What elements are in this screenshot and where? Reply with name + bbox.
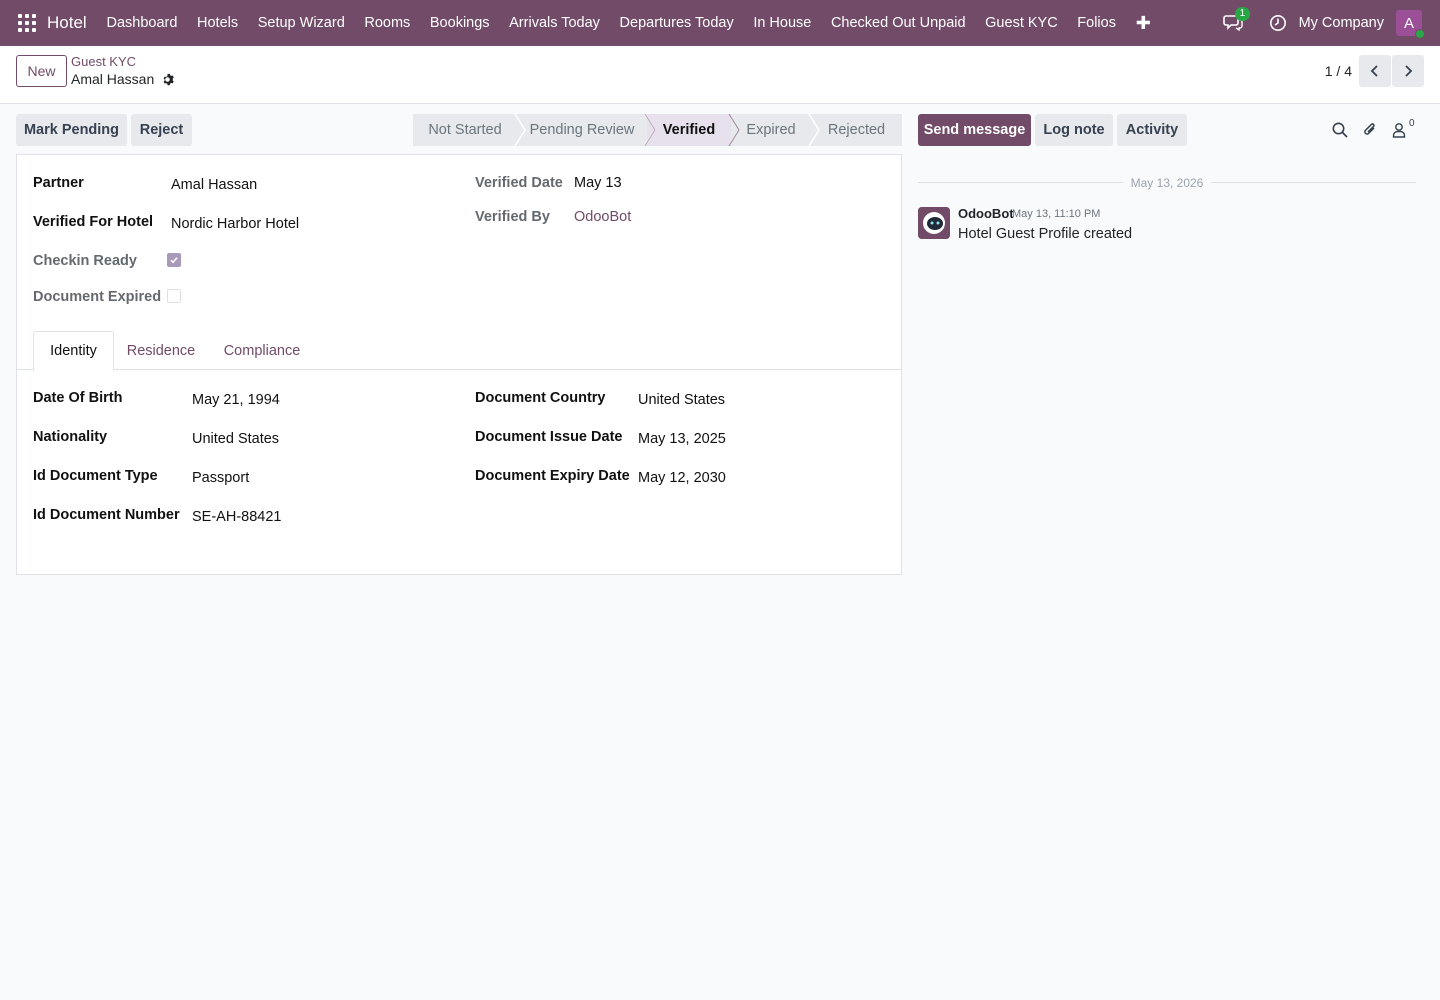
chevron-right-icon <box>1405 65 1413 77</box>
nav-setup-wizard[interactable]: Setup Wizard <box>248 15 355 31</box>
tab-compliance[interactable]: Compliance <box>211 331 313 370</box>
nav-rooms[interactable]: Rooms <box>355 15 421 31</box>
nationality-field[interactable]: United States <box>192 431 279 447</box>
nav-arrivals-today[interactable]: Arrivals Today <box>499 15 609 31</box>
messaging-icon[interactable]: 1 <box>1222 7 1251 34</box>
date-separator: May 13, 2026 <box>918 174 1416 192</box>
breadcrumb: Guest KYC Amal Hassan <box>71 54 175 88</box>
online-status-dot <box>1415 29 1425 39</box>
search-icon[interactable] <box>1331 121 1349 139</box>
checkmark-icon <box>170 257 178 264</box>
doc-country-label: Document Country <box>475 390 606 406</box>
pager-value[interactable]: 1 / 4 <box>1325 63 1352 79</box>
send-message-button[interactable]: Send message <box>918 114 1031 146</box>
nav-in-house[interactable]: In House <box>744 15 822 31</box>
partner-label: Partner <box>33 175 84 191</box>
log-note-button[interactable]: Log note <box>1035 114 1113 146</box>
tab-identity[interactable]: Identity <box>33 331 114 371</box>
verified-hotel-field[interactable]: Nordic Harbor Hotel <box>171 216 299 232</box>
verified-by-link[interactable]: OdooBot <box>574 209 631 225</box>
doc-type-label: Id Document Type <box>33 468 158 484</box>
chevron-left-icon <box>1370 65 1378 77</box>
nationality-label: Nationality <box>33 429 108 445</box>
apps-menu-icon[interactable] <box>18 14 36 32</box>
followers-count: 0 <box>1409 118 1415 129</box>
verified-date-label: Verified Date <box>475 175 563 191</box>
message-body: Hotel Guest Profile created <box>958 226 1133 242</box>
gear-icon[interactable] <box>161 73 175 86</box>
document-expired-label: Document Expired <box>33 289 162 305</box>
control-panel: New Guest KYC Amal Hassan 1 / 4 <box>0 46 1440 104</box>
checkin-ready-checkbox[interactable] <box>167 253 181 267</box>
nav-folios[interactable]: Folios <box>1067 15 1125 31</box>
new-button[interactable]: New <box>16 55 67 87</box>
pager-previous-button[interactable] <box>1359 55 1391 87</box>
doc-number-label: Id Document Number <box>33 507 180 523</box>
top-navbar: Hotel Dashboard Hotels Setup Wizard Room… <box>0 0 1440 46</box>
verified-date-field[interactable]: May 13 <box>574 175 622 191</box>
pager-next-button[interactable] <box>1392 55 1424 87</box>
tab-residence[interactable]: Residence <box>117 331 205 370</box>
nav-hotels[interactable]: Hotels <box>187 15 248 31</box>
paperclip-icon[interactable] <box>1361 121 1379 139</box>
activity-button[interactable]: Activity <box>1117 114 1187 146</box>
status-bar-separators <box>514 114 820 146</box>
breadcrumb-current: Amal Hassan <box>71 71 155 87</box>
nav-plus-icon[interactable]: ✚ <box>1126 13 1161 34</box>
doc-issue-field[interactable]: May 13, 2025 <box>638 431 726 447</box>
verified-by-label: Verified By <box>475 209 550 225</box>
robot-icon <box>918 207 950 239</box>
followers-icon[interactable] <box>1392 121 1406 139</box>
document-expired-checkbox[interactable] <box>167 289 181 303</box>
mark-pending-button[interactable]: Mark Pending <box>16 114 127 146</box>
breadcrumb-parent[interactable]: Guest KYC <box>71 54 174 70</box>
nav-departures-today[interactable]: Departures Today <box>610 15 744 31</box>
nav-guest-kyc[interactable]: Guest KYC <box>975 15 1067 31</box>
user-avatar[interactable]: A <box>1396 10 1425 39</box>
notebook-tabs: Identity Residence Compliance <box>17 331 901 371</box>
date-separator-label: May 13, 2026 <box>1130 176 1204 190</box>
nav-checked-out-unpaid[interactable]: Checked Out Unpaid <box>821 15 975 31</box>
message-time: May 13, 11:10 PM <box>1012 208 1101 220</box>
odoobot-avatar <box>918 207 950 239</box>
doc-number-field[interactable]: SE-AH-88421 <box>192 509 281 525</box>
reject-button[interactable]: Reject <box>131 114 192 146</box>
dob-field[interactable]: May 21, 1994 <box>192 392 280 408</box>
doc-expiry-field[interactable]: May 12, 2030 <box>638 470 726 486</box>
verified-hotel-label: Verified For Hotel <box>33 214 154 230</box>
doc-country-field[interactable]: United States <box>638 392 725 408</box>
partner-field[interactable]: Amal Hassan <box>171 177 257 193</box>
app-brand[interactable]: Hotel <box>47 13 87 33</box>
form-sheet: Partner Amal Hassan Verified For Hotel N… <box>16 154 902 575</box>
company-switcher[interactable]: My Company <box>1299 15 1384 31</box>
messaging-badge: 1 <box>1234 7 1251 21</box>
doc-issue-label: Document Issue Date <box>475 429 623 445</box>
dob-label: Date Of Birth <box>33 390 123 406</box>
doc-expiry-label: Document Expiry Date <box>475 468 630 484</box>
avatar-letter: A <box>1403 14 1414 32</box>
doc-type-field[interactable]: Passport <box>192 470 249 486</box>
message-author[interactable]: OdooBot <box>958 206 1014 221</box>
checkin-ready-label: Checkin Ready <box>33 253 137 269</box>
nav-bookings[interactable]: Bookings <box>420 15 499 31</box>
nav-dashboard[interactable]: Dashboard <box>97 15 188 31</box>
activity-clock-icon[interactable] <box>1269 14 1287 32</box>
